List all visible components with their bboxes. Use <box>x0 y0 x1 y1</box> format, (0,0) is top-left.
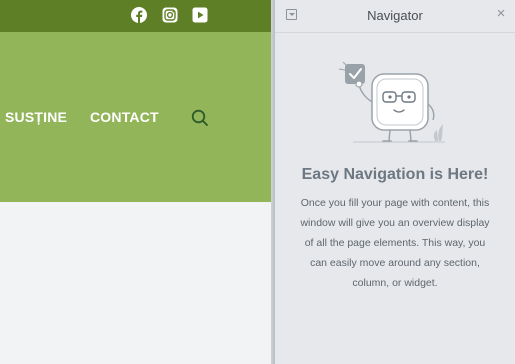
page-preview: SUSȚINE CONTACT <box>0 0 275 364</box>
nav-link-sustine[interactable]: SUSȚINE <box>5 109 67 125</box>
page-body <box>0 202 275 364</box>
search-icon[interactable] <box>190 108 210 128</box>
instagram-icon[interactable] <box>162 7 178 23</box>
nav-link-contact[interactable]: CONTACT <box>90 109 159 125</box>
top-bar <box>0 0 275 32</box>
facebook-icon[interactable] <box>131 7 147 23</box>
empty-state-title: Easy Navigation is Here! <box>301 166 489 183</box>
navigator-panel: Navigator × Easy Navigation is Here! Onc… <box>275 0 515 364</box>
empty-state-description: Once you fill your page with content, th… <box>300 197 490 289</box>
navigator-header: Navigator × <box>275 0 515 33</box>
navigator-mascot-icon <box>338 61 445 143</box>
navigator-title: Navigator <box>367 8 423 23</box>
youtube-icon[interactable] <box>192 7 208 23</box>
close-icon[interactable]: × <box>494 6 508 22</box>
